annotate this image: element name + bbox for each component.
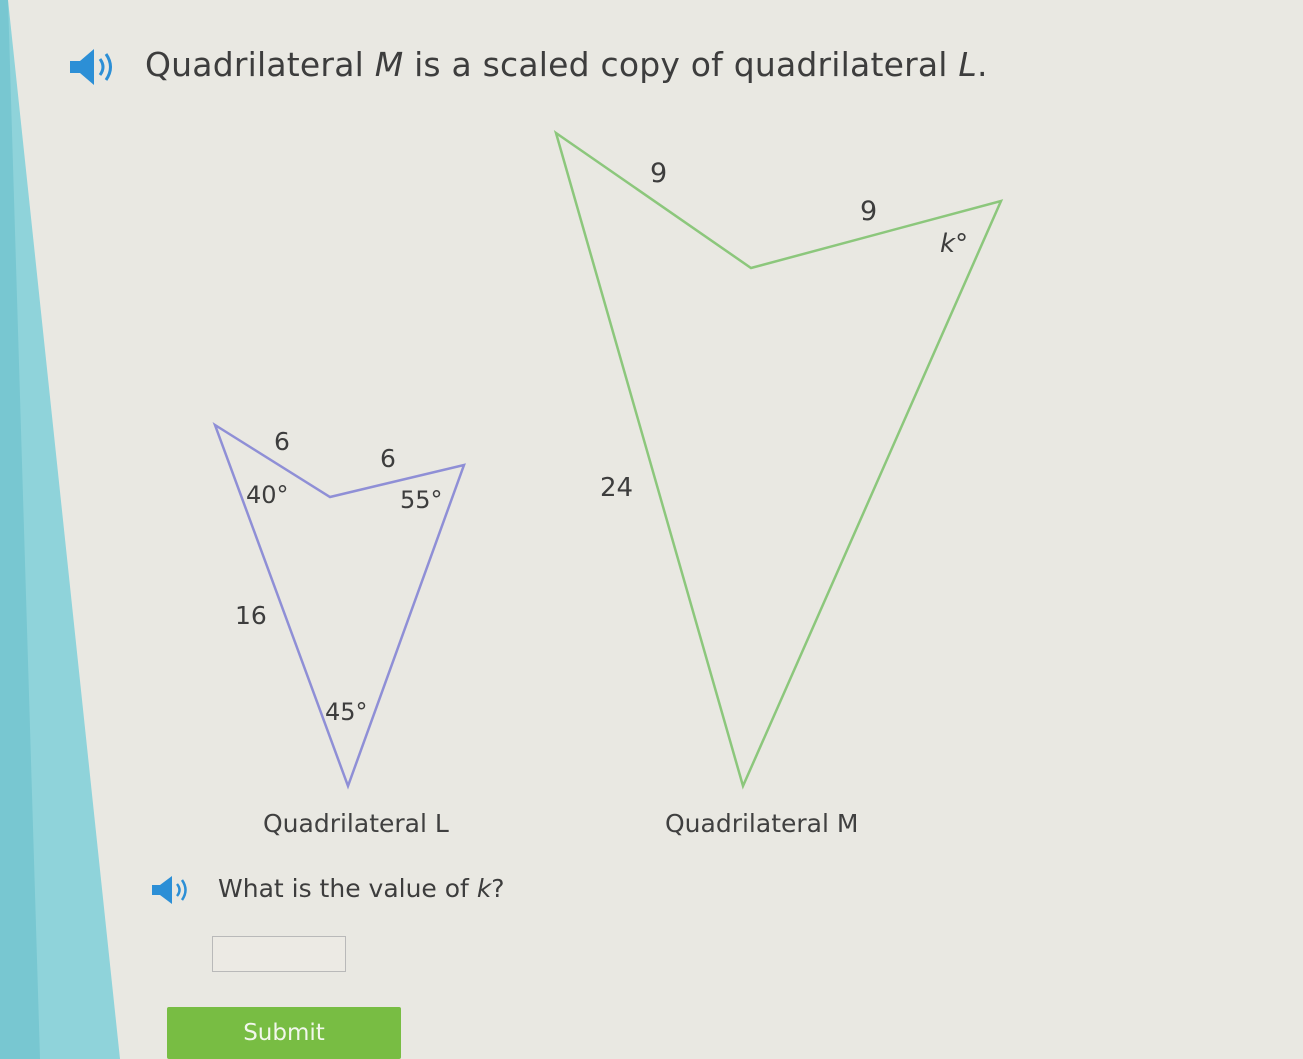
l-side-top-left: 6 [274,427,290,456]
m-side-left: 24 [600,473,633,503]
l-angle-left: 40° [246,481,289,509]
quadrilateral-m-shape [553,129,1004,790]
figure-l-caption: Quadrilateral L [263,809,449,838]
m-angle-degree: ° [955,229,968,259]
answer-input[interactable] [212,936,346,972]
speaker-icon[interactable] [150,873,200,907]
m-side-top-left: 9 [650,158,667,189]
l-side-top-right: 6 [380,444,396,473]
m-angle-right: k° [940,229,968,259]
m-angle-k: k [940,229,956,259]
l-side-left: 16 [235,601,267,630]
sub-question-prefix: What is the value of [218,874,477,903]
l-angle-right: 55° [400,486,443,514]
sub-question-text: What is the value of k? [218,874,505,903]
sub-question-suffix: ? [491,874,505,903]
l-angle-bottom: 45° [325,698,368,726]
variable-k: k [476,874,492,903]
m-side-top-right: 9 [860,196,877,227]
question-panel: Quadrilateral M is a scaled copy of quad… [0,0,1303,1059]
submit-button[interactable]: Submit [167,1007,401,1059]
figure-m-caption: Quadrilateral M [665,809,859,838]
